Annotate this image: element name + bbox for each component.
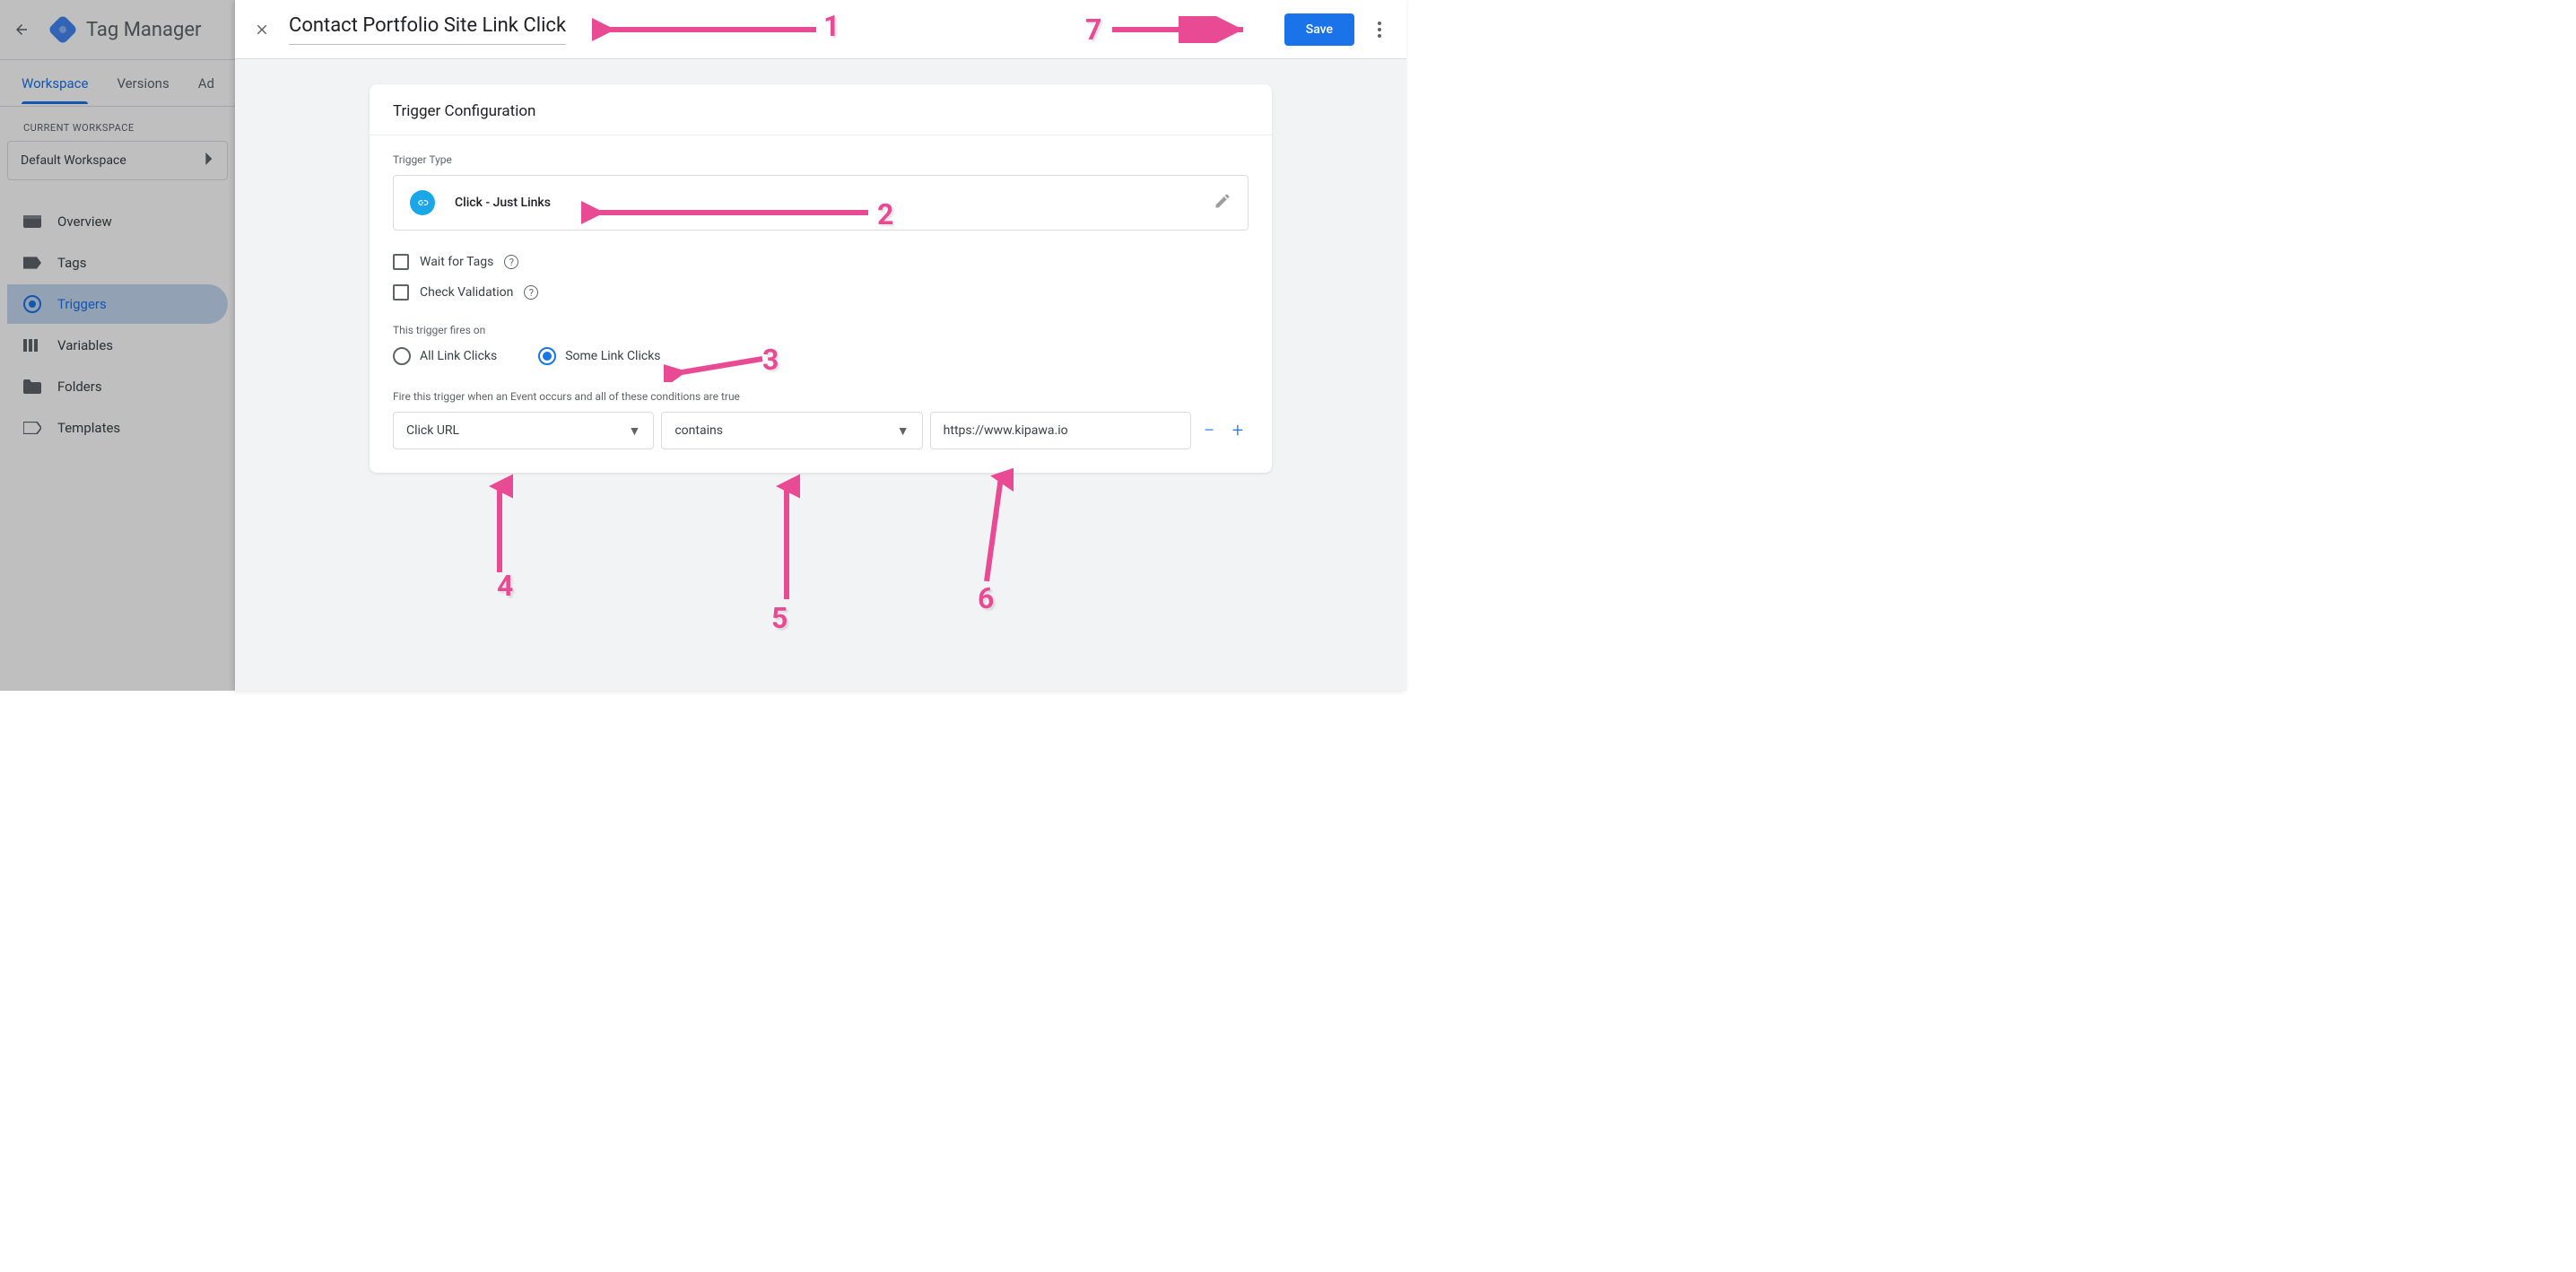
caret-down-icon: ▼ — [897, 423, 909, 439]
condition-operator-dropdown[interactable]: contains ▼ — [661, 412, 922, 449]
annotation-arrow-3 — [664, 352, 771, 382]
trigger-type-label: Trigger Type — [393, 153, 1249, 166]
annotation-arrow-2 — [581, 199, 877, 226]
fires-on-radio-group: All Link Clicks Some Link Clicks — [393, 347, 1249, 365]
panel-actions: Save — [1284, 13, 1390, 46]
wait-for-tags-row[interactable]: Wait for Tags ? — [393, 250, 1249, 281]
annotation-arrow-1 — [592, 16, 825, 43]
radio-icon[interactable] — [393, 347, 411, 365]
annotation-number-5: 5 — [771, 601, 788, 635]
help-icon[interactable]: ? — [504, 255, 518, 269]
caret-down-icon: ▼ — [628, 423, 640, 439]
radio-label: All Link Clicks — [420, 349, 497, 363]
dropdown-value: Click URL — [406, 423, 459, 438]
condition-row: Click URL ▼ contains ▼ − + — [393, 412, 1249, 449]
save-button[interactable]: Save — [1284, 13, 1354, 46]
condition-value-input[interactable] — [930, 412, 1191, 449]
panel-body: Trigger Configuration Trigger Type Click… — [235, 59, 1406, 498]
radio-icon[interactable] — [538, 347, 556, 365]
wait-for-tags-label: Wait for Tags — [420, 255, 493, 269]
remove-condition-button[interactable]: − — [1198, 420, 1220, 441]
check-validation-label: Check Validation — [420, 285, 513, 300]
annotation-number-2: 2 — [877, 197, 893, 231]
annotation-number-1: 1 — [823, 9, 840, 43]
link-icon — [410, 190, 435, 215]
annotation-number-6: 6 — [978, 581, 994, 615]
radio-some-link-clicks[interactable]: Some Link Clicks — [538, 347, 660, 365]
checkbox-icon[interactable] — [393, 284, 409, 301]
annotation-number-4: 4 — [497, 569, 513, 603]
dropdown-value: contains — [674, 423, 723, 438]
more-options-icon[interactable] — [1369, 19, 1390, 40]
help-icon[interactable]: ? — [524, 285, 538, 300]
annotation-arrow-7 — [1112, 16, 1256, 43]
card-body: Trigger Type Click - Just Links Wait for… — [370, 135, 1272, 473]
annotation-arrow-5 — [773, 474, 800, 608]
add-condition-button[interactable]: + — [1227, 420, 1249, 441]
close-button[interactable] — [251, 19, 273, 40]
trigger-name-input[interactable]: Contact Portfolio Site Link Click — [289, 14, 566, 45]
trigger-config-card: Trigger Configuration Trigger Type Click… — [370, 84, 1272, 473]
card-heading: Trigger Configuration — [370, 84, 1272, 135]
check-validation-row[interactable]: Check Validation ? — [393, 281, 1249, 311]
condition-label: Fire this trigger when an Event occurs a… — [393, 390, 1249, 403]
edit-icon[interactable] — [1214, 192, 1231, 213]
annotation-number-7: 7 — [1085, 13, 1101, 47]
condition-variable-dropdown[interactable]: Click URL ▼ — [393, 412, 654, 449]
radio-label: Some Link Clicks — [565, 349, 660, 363]
radio-all-link-clicks[interactable]: All Link Clicks — [393, 347, 497, 365]
checkbox-icon[interactable] — [393, 254, 409, 270]
annotation-arrow-6 — [978, 465, 1014, 590]
trigger-edit-panel: Contact Portfolio Site Link Click Save T… — [235, 0, 1406, 691]
fires-on-label: This trigger fires on — [393, 324, 1249, 336]
trigger-type-name: Click - Just Links — [455, 196, 551, 210]
annotation-arrow-4 — [486, 474, 513, 581]
annotation-number-3: 3 — [762, 343, 779, 377]
